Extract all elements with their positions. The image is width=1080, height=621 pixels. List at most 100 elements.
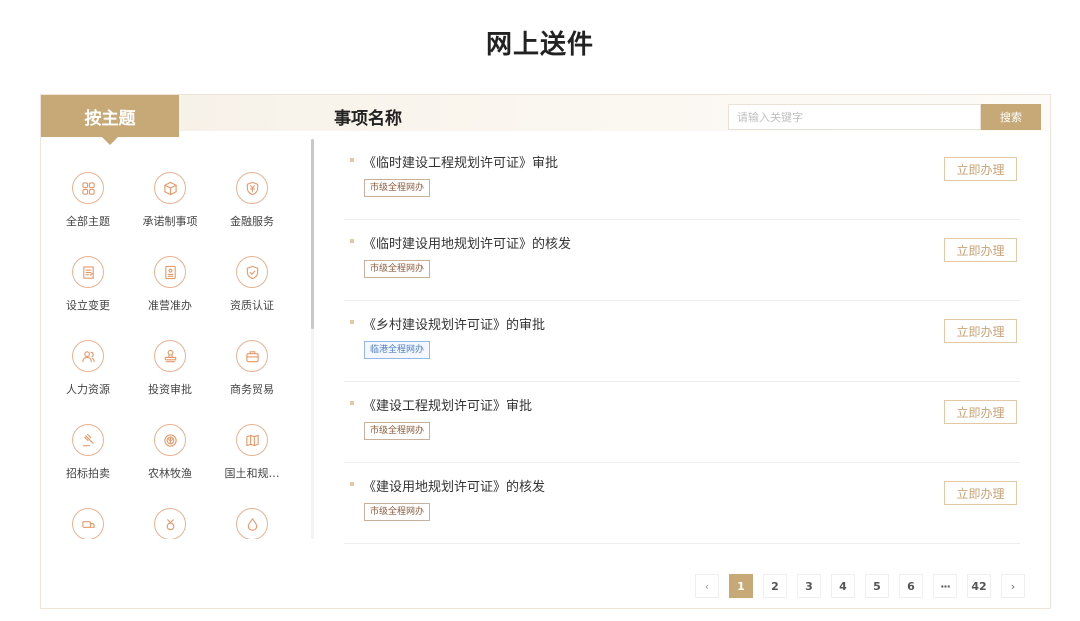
bullet-icon <box>350 239 354 243</box>
category-item[interactable]: 全部主题 <box>47 172 129 229</box>
category-item[interactable] <box>129 508 211 539</box>
list-item: 《建设工程规划许可证》审批 市级全程网办 立即办理 <box>344 382 1020 463</box>
license-icon <box>164 265 176 279</box>
badge-icon <box>166 518 174 530</box>
item-list: 《临时建设工程规划许可证》审批 市级全程网办 立即办理 《临时建设用地规划许可证》的核… <box>344 139 1020 544</box>
category-icon-wrap <box>154 508 186 539</box>
item-title-link[interactable]: 《建设用地规划许可证》的核发 <box>363 476 545 495</box>
page-number-button[interactable]: 2 <box>763 574 787 598</box>
category-icon-wrap <box>236 508 268 539</box>
category-scrollbar-thumb[interactable] <box>311 139 314 329</box>
category-icon-wrap <box>72 340 104 372</box>
category-item[interactable]: 人力资源 <box>47 340 129 397</box>
category-icon-wrap <box>236 172 268 204</box>
category-label: 准营准办 <box>148 299 192 312</box>
item-title-link[interactable]: 《建设工程规划许可证》审批 <box>363 395 532 414</box>
category-item[interactable]: 金融服务 <box>211 172 293 229</box>
category-grid: 全部主题 承诺制事项 金融服务设立变更 准营准办 资质认证人力资源 投资审批 商务贸易招标拍… <box>41 143 301 539</box>
page-ellipsis[interactable]: ··· <box>933 574 957 598</box>
item-title-link[interactable]: 《临时建设用地规划许可证》的核发 <box>363 233 571 252</box>
main-panel: 按主题 事项名称 搜索 全部主题 承诺制事项 金融服务设立变更 准营准办 资质认证人力资… <box>40 94 1051 609</box>
category-label: 设立变更 <box>66 299 110 312</box>
item-tag: 市级全程网办 <box>364 260 431 278</box>
category-label: 农林牧渔 <box>148 467 192 480</box>
tab-by-theme[interactable]: 按主题 <box>41 95 179 137</box>
bullet-icon <box>350 482 354 486</box>
search-button[interactable]: 搜索 <box>981 104 1041 130</box>
category-item[interactable]: 准营准办 <box>129 256 211 313</box>
category-icon-wrap <box>72 256 104 288</box>
category-item[interactable]: 设立变更 <box>47 256 129 313</box>
bullet-icon <box>350 158 354 162</box>
people-icon <box>81 350 95 362</box>
category-icon-wrap <box>72 508 104 539</box>
category-label: 金融服务 <box>230 215 274 228</box>
category-item[interactable] <box>47 508 129 539</box>
category-item[interactable]: 承诺制事项 <box>129 172 211 229</box>
page-number-button[interactable]: 5 <box>865 574 889 598</box>
category-item[interactable]: 投资审批 <box>129 340 211 397</box>
grid-icon <box>81 181 95 195</box>
item-title-link[interactable]: 《临时建设工程规划许可证》审批 <box>363 152 558 171</box>
list-item: 《临时建设用地规划许可证》的核发 市级全程网办 立即办理 <box>344 220 1020 301</box>
category-item[interactable]: 商务贸易 <box>211 340 293 397</box>
page-next-button[interactable]: › <box>1001 574 1025 598</box>
category-icon-wrap <box>236 256 268 288</box>
apply-now-button[interactable]: 立即办理 <box>944 319 1017 343</box>
category-item[interactable]: 资质认证 <box>211 256 293 313</box>
category-icon-wrap <box>236 340 268 372</box>
category-icon-wrap <box>154 172 186 204</box>
bullet-icon <box>350 320 354 324</box>
yuan-shield-icon <box>246 181 258 195</box>
category-label: 资质认证 <box>230 299 274 312</box>
category-item[interactable]: 农林牧渔 <box>129 424 211 481</box>
apply-now-button[interactable]: 立即办理 <box>944 400 1017 424</box>
item-tag: 临港全程网办 <box>364 341 431 359</box>
apply-now-button[interactable]: 立即办理 <box>944 238 1017 262</box>
category-icon-wrap <box>154 424 186 456</box>
leaf-icon <box>163 433 177 447</box>
page-prev-button[interactable]: ‹ <box>695 574 719 598</box>
category-icon-wrap <box>72 172 104 204</box>
apply-now-button[interactable]: 立即办理 <box>944 157 1017 181</box>
category-item[interactable]: 招标拍卖 <box>47 424 129 481</box>
search-input[interactable] <box>728 104 981 130</box>
page-number-button[interactable]: 4 <box>831 574 855 598</box>
page-number-button[interactable]: 1 <box>729 574 753 598</box>
gavel-icon <box>82 433 94 446</box>
page-number-button[interactable]: 3 <box>797 574 821 598</box>
category-label: 招标拍卖 <box>66 467 110 480</box>
page-title: 网上送件 <box>485 30 594 60</box>
stamp-icon <box>164 349 176 362</box>
map-icon <box>245 434 259 446</box>
page-number-button[interactable]: 6 <box>899 574 923 598</box>
page-number-button[interactable]: 42 <box>967 574 991 598</box>
list-item: 《临时建设工程规划许可证》审批 市级全程网办 立即办理 <box>344 139 1020 220</box>
category-icon-wrap <box>154 340 186 372</box>
list-item: 《乡村建设规划许可证》的审批 临港全程网办 立即办理 <box>344 301 1020 382</box>
item-tag: 市级全程网办 <box>364 503 431 521</box>
pagination: ‹ 1 2 3 4 5 6 ··· 42 › <box>695 574 1025 598</box>
category-label: 全部主题 <box>66 215 110 228</box>
item-tag: 市级全程网办 <box>364 422 431 440</box>
shield-check-icon <box>246 265 258 279</box>
category-item[interactable]: 国土和规… <box>211 424 293 481</box>
category-icon-wrap <box>154 256 186 288</box>
category-scrollbar[interactable] <box>311 139 314 539</box>
truck-icon <box>81 520 95 528</box>
category-item[interactable] <box>211 508 293 539</box>
item-tag: 市级全程网办 <box>364 179 431 197</box>
category-icon-wrap <box>72 424 104 456</box>
tab-by-theme-label: 按主题 <box>84 108 136 129</box>
category-label: 投资审批 <box>148 383 192 396</box>
category-label: 承诺制事项 <box>142 215 198 228</box>
apply-now-button[interactable]: 立即办理 <box>944 481 1017 505</box>
list-item: 《建设用地规划许可证》的核发 市级全程网办 立即办理 <box>344 463 1020 544</box>
item-title-link[interactable]: 《乡村建设规划许可证》的审批 <box>363 314 545 333</box>
cube-icon <box>163 181 177 195</box>
category-label: 商务贸易 <box>230 383 274 396</box>
document-edit-icon <box>82 265 94 279</box>
category-label: 人力资源 <box>66 383 110 396</box>
briefcase-icon <box>245 350 259 362</box>
category-icon-wrap <box>236 424 268 456</box>
